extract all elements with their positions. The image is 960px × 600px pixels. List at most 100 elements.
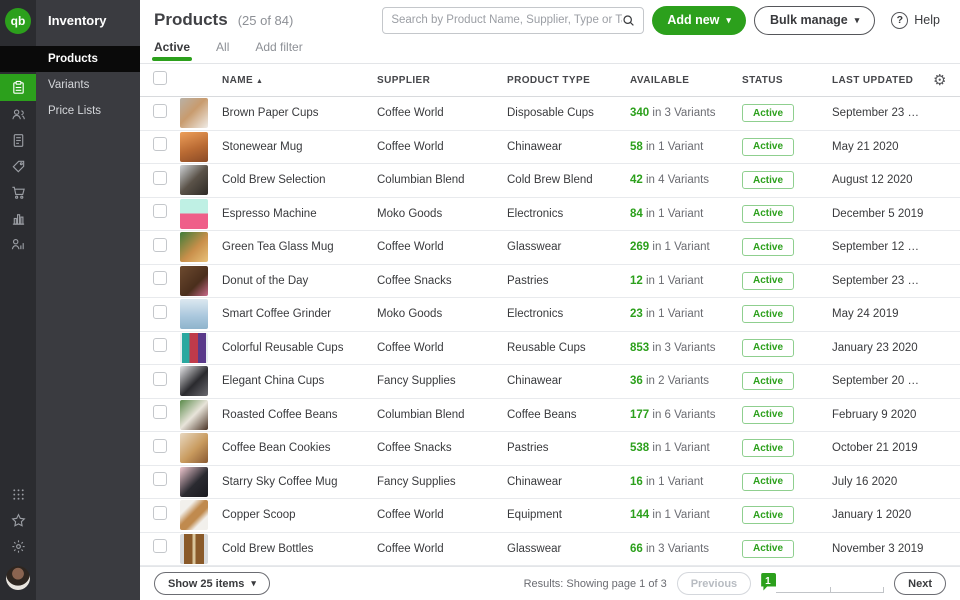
add-new-button[interactable]: Add new ▾ xyxy=(652,6,746,35)
price-tag-icon[interactable] xyxy=(0,153,36,179)
bar-chart-icon[interactable] xyxy=(0,205,36,231)
table-settings-gear-icon[interactable]: ⚙ xyxy=(933,73,960,88)
row-checkbox[interactable] xyxy=(153,439,167,453)
star-icon[interactable] xyxy=(0,507,36,533)
product-supplier: Coffee World xyxy=(377,342,507,354)
product-name: Cold Brew Selection xyxy=(222,174,377,186)
sidebar-item-variants[interactable]: Variants xyxy=(36,72,140,98)
table-row[interactable]: Roasted Coffee Beans Columbian Blend Cof… xyxy=(140,399,960,433)
table-row[interactable]: Donut of the Day Coffee Snacks Pastries … xyxy=(140,265,960,299)
product-available: 177 in 6 Variants xyxy=(630,409,742,421)
page-slider-track[interactable] xyxy=(776,581,884,593)
column-header-product-type[interactable]: PRODUCT TYPE xyxy=(507,75,630,86)
available-quantity: 42 xyxy=(630,174,643,186)
row-checkbox[interactable] xyxy=(153,137,167,151)
row-checkbox[interactable] xyxy=(153,338,167,352)
apps-grid-icon[interactable] xyxy=(0,481,36,507)
column-header-supplier[interactable]: SUPPLIER xyxy=(377,75,507,86)
current-page-marker[interactable]: 1 xyxy=(761,573,776,591)
table-row[interactable]: Starry Sky Coffee Mug Fancy Supplies Chi… xyxy=(140,466,960,500)
product-name: Stonewear Mug xyxy=(222,141,377,153)
row-checkbox[interactable] xyxy=(153,238,167,252)
settings-icon[interactable] xyxy=(0,533,36,559)
product-status: Active xyxy=(742,439,832,457)
column-header-name[interactable]: NAME▲ xyxy=(222,75,377,86)
table-row[interactable]: Green Tea Glass Mug Coffee World Glasswe… xyxy=(140,231,960,265)
table-row[interactable]: Espresso Machine Moko Goods Electronics … xyxy=(140,198,960,232)
product-name: Colorful Reusable Cups xyxy=(222,342,377,354)
main-content: Products (25 of 84) Add new ▾ Bulk manag… xyxy=(140,0,960,600)
product-supplier: Coffee World xyxy=(377,543,507,555)
product-status: Active xyxy=(742,339,832,357)
table-row[interactable]: Elegant China Cups Fancy Supplies Chinaw… xyxy=(140,365,960,399)
variants-text: in 1 Variant xyxy=(643,476,704,488)
table-row[interactable]: Colorful Reusable Cups Coffee World Reus… xyxy=(140,332,960,366)
available-quantity: 16 xyxy=(630,476,643,488)
previous-button[interactable]: Previous xyxy=(677,572,751,595)
row-checkbox[interactable] xyxy=(153,472,167,486)
product-type: Glasswear xyxy=(507,241,630,253)
cart-icon[interactable] xyxy=(0,179,36,205)
table-row[interactable]: Brown Paper Cups Coffee World Disposable… xyxy=(140,97,960,131)
quickbooks-logo-icon[interactable]: qb xyxy=(5,8,31,34)
available-quantity: 538 xyxy=(630,442,649,454)
sidebar-item-products[interactable]: Products xyxy=(0,46,140,72)
table-row[interactable]: Smart Coffee Grinder Moko Goods Electron… xyxy=(140,298,960,332)
contacts-icon[interactable] xyxy=(0,101,36,127)
product-available: 23 in 1 Variant xyxy=(630,308,742,320)
column-header-status[interactable]: STATUS xyxy=(742,75,832,86)
product-last-updated: January 23 2020 xyxy=(832,342,933,354)
show-items-button[interactable]: Show 25 items ▾ xyxy=(154,572,270,595)
help-icon: ? xyxy=(891,12,908,29)
select-all-checkbox[interactable] xyxy=(153,71,167,85)
product-supplier: Fancy Supplies xyxy=(377,476,507,488)
tab-all[interactable]: All xyxy=(216,40,229,59)
product-supplier: Columbian Blend xyxy=(377,174,507,186)
product-available: 12 in 1 Variant xyxy=(630,275,742,287)
bulk-manage-button[interactable]: Bulk manage ▾ xyxy=(754,6,875,35)
available-quantity: 269 xyxy=(630,241,649,253)
page-count: (25 of 84) xyxy=(238,13,294,28)
status-badge: Active xyxy=(742,238,794,256)
table-row[interactable]: Cold Brew Selection Columbian Blend Cold… xyxy=(140,164,960,198)
tab-add-filter[interactable]: Add filter xyxy=(255,40,302,59)
product-table-body: Brown Paper Cups Coffee World Disposable… xyxy=(140,97,960,566)
table-row[interactable]: Stonewear Mug Coffee World Chinawear 58 … xyxy=(140,131,960,165)
row-checkbox[interactable] xyxy=(153,506,167,520)
row-checkbox[interactable] xyxy=(153,104,167,118)
row-checkbox[interactable] xyxy=(153,171,167,185)
product-thumbnail xyxy=(180,232,208,262)
row-checkbox[interactable] xyxy=(153,405,167,419)
tab-active[interactable]: Active xyxy=(154,40,190,59)
product-type: Chinawear xyxy=(507,476,630,488)
row-checkbox[interactable] xyxy=(153,539,167,553)
product-status: Active xyxy=(742,171,832,189)
reports-icon[interactable] xyxy=(0,231,36,257)
next-button[interactable]: Next xyxy=(894,572,946,595)
column-header-available[interactable]: AVAILABLE xyxy=(630,75,742,86)
product-status: Active xyxy=(742,272,832,290)
product-available: 340 in 3 Variants xyxy=(630,107,742,119)
help-button[interactable]: ? Help xyxy=(891,12,940,29)
sidebar-item-price-lists[interactable]: Price Lists xyxy=(36,98,140,124)
product-supplier: Moko Goods xyxy=(377,208,507,220)
row-checkbox[interactable] xyxy=(153,204,167,218)
product-last-updated: May 24 2019 xyxy=(832,308,933,320)
document-icon[interactable] xyxy=(0,127,36,153)
table-row[interactable]: Copper Scoop Coffee World Equipment 144 … xyxy=(140,499,960,533)
available-quantity: 66 xyxy=(630,543,643,555)
product-last-updated: January 1 2020 xyxy=(832,509,933,521)
row-checkbox[interactable] xyxy=(153,372,167,386)
table-row[interactable]: Cold Brew Bottles Coffee World Glasswear… xyxy=(140,533,960,567)
search-input[interactable] xyxy=(391,14,622,26)
row-checkbox[interactable] xyxy=(153,305,167,319)
product-available: 84 in 1 Variant xyxy=(630,208,742,220)
product-name: Roasted Coffee Beans xyxy=(222,409,377,421)
user-avatar[interactable] xyxy=(6,566,30,590)
row-checkbox[interactable] xyxy=(153,271,167,285)
table-row[interactable]: Coffee Bean Cookies Coffee Snacks Pastri… xyxy=(140,432,960,466)
product-status: Active xyxy=(742,205,832,223)
product-last-updated: November 3 2019 xyxy=(832,543,933,555)
inventory-clipboard-icon[interactable] xyxy=(0,74,36,101)
column-header-last-updated[interactable]: LAST UPDATED xyxy=(832,75,933,86)
